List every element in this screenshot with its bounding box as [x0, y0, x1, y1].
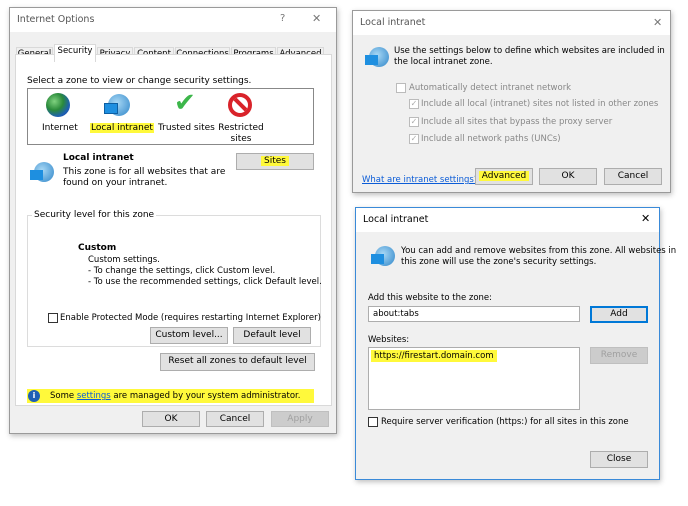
sites-label: Sites — [261, 156, 289, 166]
local-intranet-dialog: Local intranet ✕ Use the settings below … — [352, 10, 671, 193]
close-icon[interactable]: ✕ — [312, 12, 321, 25]
title-bar: Local intranet ✕ — [356, 208, 659, 232]
include-bypass-checkbox[interactable]: ✓ — [409, 117, 419, 127]
title-bar: Internet Options ? ✕ — [10, 8, 336, 32]
level-name: Custom — [78, 243, 117, 253]
level-line: Custom settings. — [88, 255, 160, 265]
monitor-icon — [371, 254, 384, 264]
info-icon: i — [28, 390, 40, 402]
zone-label: Internet — [42, 123, 78, 133]
window-title: Internet Options — [17, 14, 95, 25]
advanced-label: Advanced — [478, 171, 530, 181]
remove-button[interactable]: Remove — [590, 347, 648, 364]
internet-options-window: Internet Options ? ✕ General Security Pr… — [9, 7, 337, 434]
websites-label: Websites: — [368, 335, 410, 345]
zone-list[interactable]: Internet Local intranet ✔ Trusted sites … — [27, 88, 314, 145]
zone-prompt: Select a zone to view or change security… — [27, 76, 252, 86]
info-text: Some settings are managed by your system… — [50, 391, 301, 401]
default-level-button[interactable]: Default level — [233, 327, 311, 344]
close-button[interactable]: Close — [590, 451, 648, 468]
zone-label: Local intranet — [90, 123, 154, 133]
add-website-label: Add this website to the zone: — [368, 293, 493, 303]
protected-mode-checkbox[interactable] — [48, 313, 58, 323]
dialog-title: Local intranet — [363, 214, 429, 225]
globe-icon — [46, 93, 70, 117]
title-bar: Local intranet ✕ — [353, 11, 670, 35]
advanced-button[interactable]: Advanced — [475, 168, 533, 185]
ok-button[interactable]: OK — [539, 168, 597, 185]
custom-level-button[interactable]: Custom level... — [150, 327, 228, 344]
apply-button[interactable]: Apply — [271, 411, 329, 427]
group-label: Security level for this zone — [32, 210, 157, 220]
monitor-icon — [365, 55, 378, 65]
zone-local-intranet[interactable]: Local intranet — [90, 92, 154, 142]
sites-button[interactable]: Sites — [236, 153, 314, 170]
zone-trusted-sites[interactable]: ✔ Trusted sites — [156, 88, 216, 142]
close-icon[interactable]: ✕ — [641, 212, 650, 225]
auto-detect-checkbox[interactable] — [396, 83, 406, 93]
restricted-icon — [228, 93, 252, 117]
zone-title: Local intranet — [63, 153, 134, 163]
dialog-title: Local intranet — [360, 17, 426, 28]
add-website-input[interactable]: about:tabs — [368, 306, 580, 322]
zone-label: Trusted sites — [158, 123, 215, 133]
admin-info-bar: i Some settings are managed by your syst… — [27, 389, 314, 403]
tab-security[interactable]: Security — [54, 44, 96, 62]
include-unc-checkbox[interactable]: ✓ — [409, 134, 419, 144]
include-bypass-label: Include all sites that bypass the proxy … — [421, 117, 613, 127]
zone-label: Restricted sites — [218, 123, 264, 144]
include-local-label: Include all local (intranet) sites not l… — [421, 99, 659, 109]
require-https-label: Require server verification (https:) for… — [381, 417, 629, 427]
security-level-group: Security level for this zone Custom Cust… — [27, 210, 322, 347]
protected-mode-label: Enable Protected Mode (requires restarti… — [60, 313, 321, 323]
websites-list[interactable]: https://firestart.domain.com — [368, 347, 580, 410]
zone-description: found on your intranet. — [63, 178, 168, 188]
website-item[interactable]: https://firestart.domain.com — [371, 350, 497, 362]
settings-link[interactable]: settings — [77, 391, 111, 401]
zone-description: This zone is for all websites that are — [63, 167, 226, 177]
description: Use the settings below to define which w… — [394, 46, 665, 56]
ok-button[interactable]: OK — [142, 411, 200, 427]
monitor-icon — [30, 170, 43, 180]
security-panel: Select a zone to view or change security… — [15, 54, 332, 406]
require-https-checkbox[interactable] — [368, 417, 378, 427]
description: You can add and remove websites from thi… — [401, 246, 677, 256]
cancel-button[interactable]: Cancel — [604, 168, 662, 185]
checkmark-icon: ✔ — [174, 88, 196, 118]
cancel-button[interactable]: Cancel — [206, 411, 264, 427]
sites-dialog: Local intranet ✕ You can add and remove … — [355, 207, 676, 480]
add-button[interactable]: Add — [590, 306, 648, 323]
monitor-icon — [104, 103, 118, 114]
zone-restricted-sites[interactable]: Restricted sites — [216, 92, 266, 144]
close-icon[interactable]: ✕ — [653, 16, 662, 29]
description: this zone will use the zone's security s… — [401, 257, 597, 267]
level-line: - To use the recommended settings, click… — [88, 277, 322, 287]
level-line: - To change the settings, click Custom l… — [88, 266, 276, 276]
include-unc-label: Include all network paths (UNCs) — [421, 134, 561, 144]
intranet-settings-link[interactable]: What are intranet settings? — [362, 175, 478, 185]
reset-all-zones-button[interactable]: Reset all zones to default level — [160, 353, 315, 371]
description: the local intranet zone. — [394, 57, 493, 67]
help-icon[interactable]: ? — [280, 13, 285, 24]
auto-detect-label: Automatically detect intranet network — [409, 83, 572, 93]
zone-internet[interactable]: Internet — [38, 92, 78, 142]
include-local-checkbox[interactable]: ✓ — [409, 99, 419, 109]
